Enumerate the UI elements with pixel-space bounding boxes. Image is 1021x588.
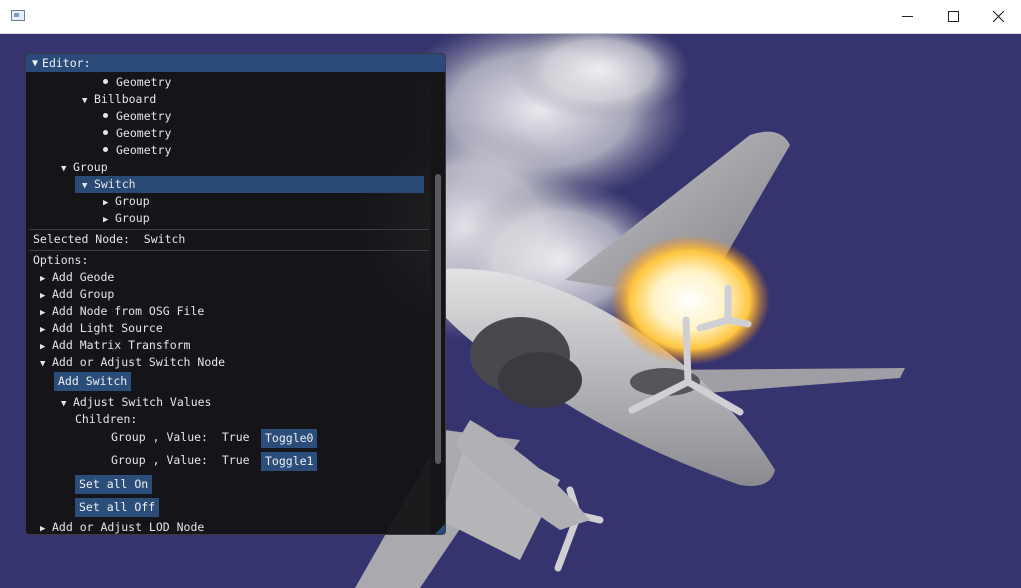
tree-node-group[interactable]: ▶ Group [103,210,150,227]
selected-node-value: Switch [143,232,186,246]
option-label: Add Matrix Transform [52,338,191,352]
editor-panel: ▼ Editor: Geometry ▼ Billboard Geometry G… [25,53,446,535]
tree-node-label: Switch [94,177,136,191]
adjust-switch-values-node[interactable]: ▼ Adjust Switch Values [61,394,211,411]
tree-node-geometry[interactable]: Geometry [103,108,171,125]
editor-title: Editor: [42,56,91,70]
expanded-arrow-icon: ▼ [40,359,46,369]
option-label: Add or Adjust Switch Node [52,355,226,369]
scrollbar-thumb[interactable] [435,174,441,464]
editor-content: Geometry ▼ Billboard Geometry Geometry Ge… [26,72,431,534]
option-add-or-adjust-lod-node[interactable]: ▶ Add or Adjust LOD Node [40,519,204,534]
child-value-label: Value: [166,430,208,444]
options-label: Options: [33,253,89,267]
bullet-icon [103,130,108,135]
maximize-icon [947,10,959,22]
option-label: Add Node from OSG File [52,304,205,318]
child-row-0: Group , Value: True [111,429,250,446]
tree-node-label: Geometry [116,126,172,140]
bullet-icon [103,113,108,118]
tree-node-label: Geometry [116,75,172,89]
tree-node-group[interactable]: ▶ Group [103,193,150,210]
collapsed-arrow-icon: ▶ [40,524,46,534]
close-icon [992,10,1004,22]
expanded-arrow-icon: ▼ [82,96,88,106]
divider [29,250,429,251]
window-titlebar [0,0,1021,34]
tree-node-label: Geometry [116,109,172,123]
tree-node-label: Geometry [116,143,172,157]
tree-node-switch-selected[interactable]: ▼ Switch [75,176,424,193]
tree-node-label: Group [115,211,150,225]
child-value: True [221,430,250,444]
editor-panel-header[interactable]: ▼ Editor: [26,54,445,72]
option-add-group[interactable]: ▶ Add Group [40,286,114,303]
child-value: True [221,453,250,467]
option-add-or-adjust-switch-node[interactable]: ▼ Add or Adjust Switch Node [40,354,225,371]
option-add-node-from-osg-file[interactable]: ▶ Add Node from OSG File [40,303,204,320]
resize-grip-icon[interactable] [435,524,445,534]
editor-scrollbar[interactable] [431,72,445,534]
set-all-on-button[interactable]: Set all On [75,475,153,494]
maximize-button[interactable] [930,0,976,32]
expanded-arrow-icon: ▼ [82,181,88,191]
set-all-off-button[interactable]: Set all Off [75,498,160,517]
option-add-light-source[interactable]: ▶ Add Light Source [40,320,163,337]
adjust-switch-values-label: Adjust Switch Values [73,395,212,409]
add-switch-button[interactable]: Add Switch [54,372,132,391]
close-button[interactable] [975,0,1021,32]
selected-node-label: Selected Node: Switch [33,231,185,248]
expanded-arrow-icon: ▼ [61,399,67,409]
option-add-geode[interactable]: ▶ Add Geode [40,269,114,286]
tree-node-geometry[interactable]: Geometry [103,125,171,142]
option-label: Add Light Source [52,321,163,335]
tree-node-label: Group [73,160,108,174]
child-separator: , [152,453,160,467]
bullet-icon [103,79,108,84]
expanded-arrow-icon: ▼ [61,164,67,174]
child-name: Group [111,430,146,444]
children-label: Children: [75,412,138,426]
collapsed-arrow-icon: ▶ [103,215,109,225]
toggle0-button[interactable]: Toggle0 [261,429,318,448]
child-row-1: Group , Value: True [111,452,250,469]
option-add-matrix-transform[interactable]: ▶ Add Matrix Transform [40,337,190,354]
child-name: Group [111,453,146,467]
minimize-button[interactable] [884,0,930,32]
divider [29,229,429,230]
child-value-label: Value: [166,453,208,467]
child-separator: , [152,430,160,444]
tree-node-billboard[interactable]: ▼ Billboard [82,91,156,108]
toggle1-button[interactable]: Toggle1 [261,452,318,471]
option-label: Add or Adjust LOD Node [52,520,205,534]
tree-node-label: Billboard [94,92,157,106]
tree-node-label: Group [115,194,150,208]
window-app-icon [11,10,25,21]
option-label: Add Group [52,287,115,301]
selected-node-caption: Selected Node: [33,232,130,246]
tree-node-geometry[interactable]: Geometry [103,142,171,159]
option-label: Add Geode [52,270,115,284]
bullet-icon [103,147,108,152]
collapse-arrow-icon[interactable]: ▼ [32,58,38,69]
tree-node-group[interactable]: ▼ Group [61,159,108,176]
tree-node-geometry[interactable]: Geometry [103,74,171,91]
minimize-icon [901,15,913,17]
